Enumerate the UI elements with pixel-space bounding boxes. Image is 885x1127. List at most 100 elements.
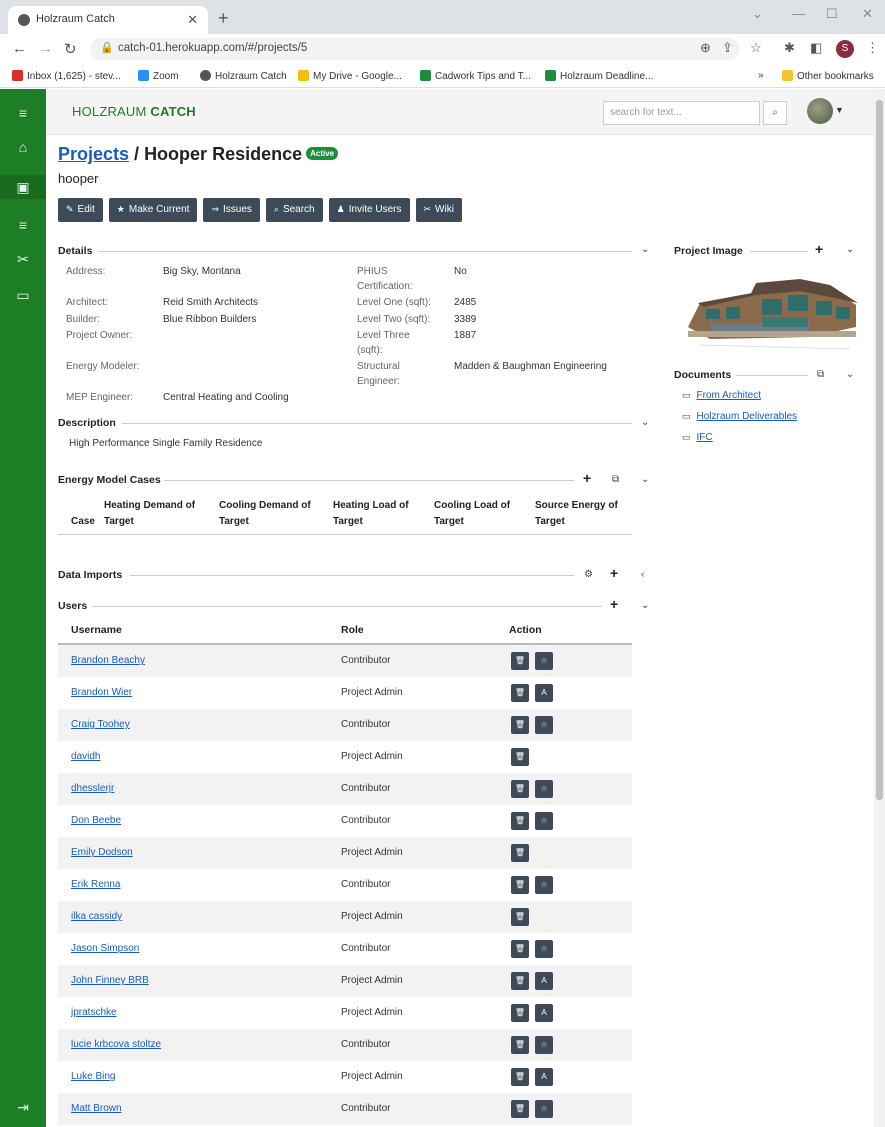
chevron-down-icon[interactable]: ⌄: [641, 417, 649, 428]
add-user-icon[interactable]: +: [610, 596, 618, 612]
username-link[interactable]: Brandon Beachy: [71, 655, 145, 666]
other-bookmarks[interactable]: Other bookmarks: [782, 70, 874, 82]
chevron-down-icon[interactable]: ⌄: [641, 600, 649, 611]
delete-user-button[interactable]: 🗑: [511, 780, 529, 798]
delete-user-button[interactable]: 🗑: [511, 684, 529, 702]
delete-user-button[interactable]: 🗑: [511, 652, 529, 670]
hamburger-menu-icon[interactable]: ≡: [0, 105, 46, 121]
bookmark-cadwork[interactable]: Cadwork Tips and T...: [420, 70, 531, 82]
chevron-down-icon[interactable]: ⌄: [641, 244, 649, 255]
admin-role-button[interactable]: A: [535, 1004, 553, 1022]
promote-user-button[interactable]: ☆: [535, 876, 553, 894]
chevron-down-icon[interactable]: ⌄: [641, 474, 649, 485]
app-brand[interactable]: HOLZRAUM CATCH: [72, 104, 196, 119]
promote-user-button[interactable]: ☆: [535, 1036, 553, 1054]
caret-down-icon[interactable]: ▼: [835, 105, 844, 115]
make-current-button[interactable]: ★ Make Current: [108, 198, 198, 222]
folder-icon[interactable]: ▭: [0, 287, 46, 304]
gear-icon[interactable]: ⚙: [584, 569, 593, 580]
username-link[interactable]: Matt Brown: [71, 1103, 122, 1114]
tab-search-chevron-icon[interactable]: ⌄: [752, 6, 763, 22]
bookmark-star-icon[interactable]: ☆: [750, 40, 762, 56]
username-link[interactable]: Brandon Wier: [71, 687, 132, 698]
delete-user-button[interactable]: 🗑: [511, 876, 529, 894]
chevron-down-icon[interactable]: ⌄: [846, 244, 854, 255]
username-link[interactable]: Erik Renna: [71, 879, 120, 890]
username-link[interactable]: John Finney BRB: [71, 975, 149, 986]
tools-icon[interactable]: ✂: [0, 251, 46, 268]
delete-user-button[interactable]: 🗑: [511, 972, 529, 990]
user-avatar[interactable]: [807, 98, 833, 124]
admin-role-button[interactable]: A: [535, 972, 553, 990]
new-tab-plus-icon[interactable]: +: [218, 8, 229, 29]
bookmark-holzraum-catch[interactable]: Holzraum Catch: [200, 70, 287, 82]
search-button[interactable]: ⌕: [763, 101, 787, 125]
extensions-puzzle-icon[interactable]: ✱: [784, 40, 795, 56]
reload-icon[interactable]: ↻: [64, 40, 77, 58]
search-button[interactable]: ⌕ Search: [265, 198, 323, 222]
home-icon[interactable]: ⌂: [0, 139, 46, 155]
share-icon[interactable]: ⇪: [722, 40, 733, 56]
username-link[interactable]: Don Beebe: [71, 815, 121, 826]
delete-user-button[interactable]: 🗑: [511, 1100, 529, 1118]
bookmark-gmail[interactable]: Inbox (1,625) - stev...: [12, 70, 121, 82]
promote-user-button[interactable]: ☆: [535, 940, 553, 958]
bookmark-holzraum-deadline[interactable]: Holzraum Deadline...: [545, 70, 653, 82]
username-link[interactable]: ilka cassidy: [71, 911, 122, 922]
bookmarks-overflow-chevron[interactable]: »: [758, 70, 764, 81]
delete-user-button[interactable]: 🗑: [511, 844, 529, 862]
side-panel-icon[interactable]: ◧: [810, 40, 822, 56]
promote-user-button[interactable]: ☆: [535, 780, 553, 798]
maximize-icon[interactable]: ☐: [826, 6, 838, 22]
delete-user-button[interactable]: 🗑: [511, 1036, 529, 1054]
list-icon[interactable]: ≡: [0, 217, 46, 233]
delete-user-button[interactable]: 🗑: [511, 940, 529, 958]
username-link[interactable]: dhesslerjr: [71, 783, 114, 794]
edit-button[interactable]: ✎ Edit: [58, 198, 103, 222]
delete-user-button[interactable]: 🗑: [511, 908, 529, 926]
close-icon[interactable]: ✕: [187, 12, 198, 28]
add-icon[interactable]: +: [583, 470, 591, 486]
document-folder-link[interactable]: ▭ From Architect: [682, 390, 761, 401]
invite-users-button[interactable]: ♟ Invite Users: [328, 198, 410, 222]
wiki-button[interactable]: ✂ Wiki: [415, 198, 462, 222]
delete-user-button[interactable]: 🗑: [511, 716, 529, 734]
forward-arrow-icon[interactable]: →: [38, 40, 53, 57]
username-link[interactable]: Luke Bing: [71, 1071, 115, 1082]
promote-user-button[interactable]: ☆: [535, 812, 553, 830]
search-input[interactable]: search for text...: [603, 101, 760, 125]
username-link[interactable]: Emily Dodson: [71, 847, 133, 858]
promote-user-button[interactable]: ☆: [535, 716, 553, 734]
profile-avatar[interactable]: S: [836, 40, 854, 58]
logout-icon[interactable]: ⇥: [0, 1099, 46, 1116]
projects-building-icon[interactable]: ▣: [0, 175, 46, 199]
chevron-down-icon[interactable]: ⌄: [846, 369, 854, 380]
document-folder-link[interactable]: ▭ Holzraum Deliverables: [682, 411, 797, 422]
breadcrumb-projects-link[interactable]: Projects: [58, 144, 129, 164]
delete-user-button[interactable]: 🗑: [511, 1068, 529, 1086]
kebab-menu-icon[interactable]: ⋮: [866, 40, 879, 56]
document-folder-link[interactable]: ▭ IFC: [682, 432, 713, 443]
add-icon[interactable]: +: [610, 565, 618, 581]
add-icon[interactable]: +: [815, 241, 823, 257]
external-link-icon[interactable]: ⧉: [817, 369, 824, 380]
scrollbar-thumb[interactable]: [876, 100, 883, 800]
username-link[interactable]: jpratschke: [71, 1007, 117, 1018]
minimize-icon[interactable]: —: [792, 6, 805, 21]
zoom-icon[interactable]: ⊕: [700, 40, 711, 56]
admin-role-button[interactable]: A: [535, 1068, 553, 1086]
delete-user-button[interactable]: 🗑: [511, 1004, 529, 1022]
external-link-icon[interactable]: ⧉: [612, 474, 619, 485]
bookmark-zoom[interactable]: Zoom: [138, 70, 179, 82]
bookmark-my-drive[interactable]: My Drive - Google...: [298, 70, 402, 82]
chevron-left-icon[interactable]: ‹: [641, 569, 644, 580]
delete-user-button[interactable]: 🗑: [511, 748, 529, 766]
delete-user-button[interactable]: 🗑: [511, 812, 529, 830]
issues-button[interactable]: ⇒ Issues: [203, 198, 260, 222]
back-arrow-icon[interactable]: ←: [12, 40, 27, 57]
lock-icon[interactable]: 🔒: [100, 41, 114, 54]
browser-tab[interactable]: Holzraum Catch ✕: [8, 6, 208, 34]
promote-user-button[interactable]: ☆: [535, 652, 553, 670]
username-link[interactable]: davidh: [71, 751, 100, 762]
username-link[interactable]: Craig Toohey: [71, 719, 130, 730]
